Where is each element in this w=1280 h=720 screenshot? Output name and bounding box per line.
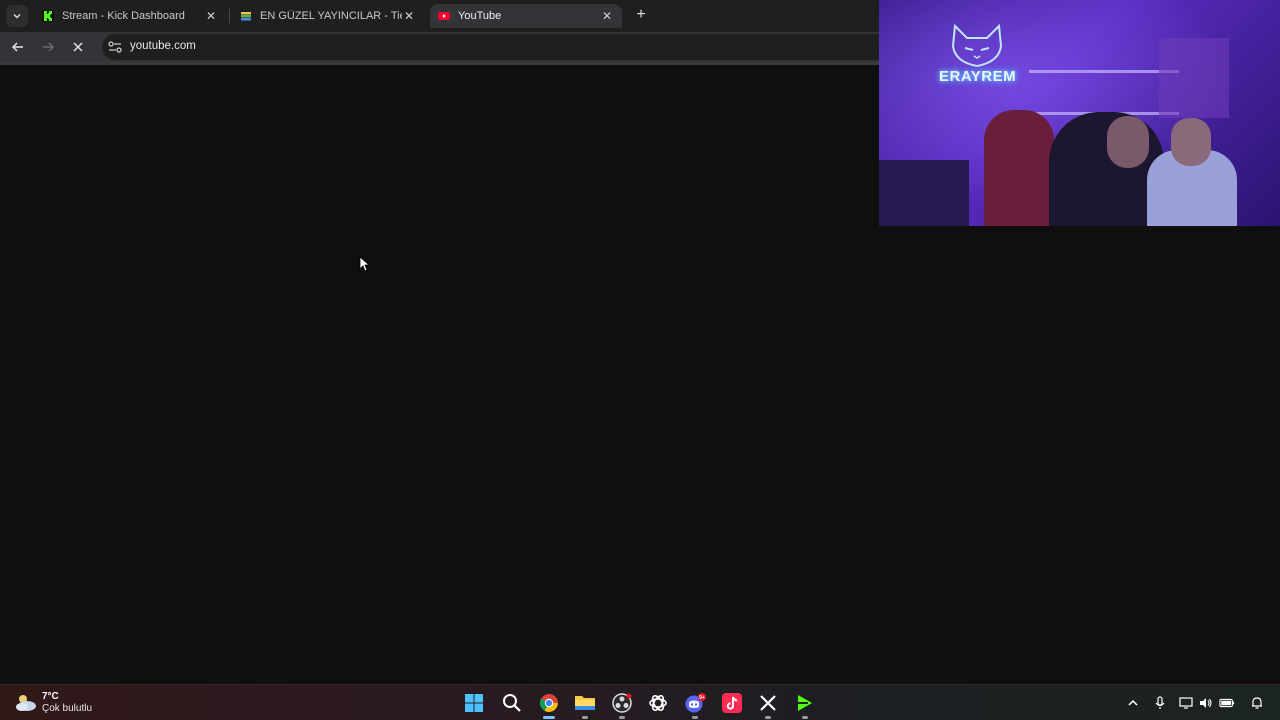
url-text: youtube.com	[130, 40, 196, 52]
streamer-head	[1107, 116, 1149, 168]
taskbar-x[interactable]	[756, 691, 780, 719]
neon-cat-logo-icon	[951, 23, 1003, 68]
network-display-button[interactable]	[1178, 695, 1194, 711]
taskbar-chatgpt[interactable]	[646, 691, 670, 715]
tab-youtube[interactable]: YouTube ✕	[430, 4, 622, 28]
notification-bell-icon	[1252, 697, 1262, 709]
taskbar: 7°C Çok bulutlu 9+	[0, 684, 1280, 720]
youtube-icon	[438, 10, 450, 22]
x-icon	[760, 695, 776, 711]
site-settings-icon[interactable]	[108, 41, 122, 53]
arrow-right-icon	[43, 42, 55, 52]
weather-widget[interactable]: 7°C Çok bulutlu	[14, 689, 92, 717]
forward-button[interactable]	[38, 37, 58, 57]
battery-icon	[1219, 698, 1235, 708]
bookshelf	[1159, 38, 1229, 118]
discord-icon: 9+	[685, 693, 706, 713]
table	[879, 160, 969, 226]
show-hidden-icons-button[interactable]	[1125, 695, 1141, 711]
tab-strip: Stream - Kick Dashboard ✕ EN GÜZEL YAYIN…	[0, 0, 880, 32]
weather-condition: Çok bulutlu	[42, 703, 93, 714]
microphone-button[interactable]	[1152, 695, 1168, 711]
arrow-left-icon	[11, 42, 23, 52]
mouse-cursor-icon	[359, 256, 369, 272]
running-indicator	[692, 716, 698, 719]
cloudy-night-icon	[16, 695, 36, 711]
address-bar[interactable]: youtube.com	[102, 34, 892, 60]
close-tab-icon[interactable]: ✕	[204, 9, 218, 23]
chrome-icon	[539, 694, 558, 712]
webcam-overlay: ERAYREM	[879, 0, 1280, 226]
new-tab-button[interactable]: +	[632, 6, 650, 24]
tab-title: Stream - Kick Dashboard	[62, 10, 185, 22]
tab-divider	[229, 9, 230, 23]
stop-loading-button[interactable]	[68, 37, 88, 57]
running-indicator	[765, 716, 771, 719]
file-explorer-icon	[575, 696, 595, 710]
kick-icon	[42, 10, 54, 22]
guest-head	[1171, 118, 1211, 166]
taskbar-discord[interactable]: 9+	[683, 691, 707, 719]
display-icon	[1179, 697, 1193, 709]
running-indicator	[582, 716, 588, 719]
kick-studio-icon	[798, 695, 812, 711]
start-icon	[465, 694, 483, 712]
running-indicator	[619, 716, 625, 719]
volume-button[interactable]	[1198, 695, 1214, 711]
running-indicator	[543, 716, 555, 719]
tiktok-icon	[722, 693, 742, 713]
search-icon	[503, 694, 521, 712]
tab-tier-list[interactable]: EN GÜZEL YAYINCILAR - Tier Lis ✕	[232, 4, 424, 28]
weather-temperature: 7°C	[42, 691, 59, 702]
running-indicator	[802, 716, 808, 719]
close-icon	[73, 42, 83, 52]
tab-kick-dashboard[interactable]: Stream - Kick Dashboard ✕	[34, 4, 226, 28]
close-tab-icon[interactable]: ✕	[600, 9, 614, 23]
chevron-up-icon	[1128, 699, 1138, 706]
neon-logo-text: ERAYREM	[939, 68, 1017, 85]
gaming-chair	[984, 110, 1054, 226]
notifications-button[interactable]	[1249, 695, 1265, 711]
start-button[interactable]	[462, 691, 486, 715]
taskbar-tiktok[interactable]	[720, 691, 744, 715]
tab-search-button[interactable]	[6, 5, 28, 27]
volume-icon	[1200, 698, 1212, 708]
microphone-icon	[1155, 696, 1165, 709]
browser-toolbar: youtube.com	[0, 32, 892, 62]
desktop-screen: Stream - Kick Dashboard ✕ EN GÜZEL YAYIN…	[0, 0, 1280, 720]
shelf	[1029, 70, 1179, 73]
chevron-down-icon	[13, 14, 21, 19]
discord-badge-count: 9+	[699, 695, 705, 701]
tab-title: EN GÜZEL YAYINCILAR - Tier Lis	[260, 10, 402, 22]
chatgpt-icon	[649, 694, 667, 712]
taskbar-search-button[interactable]	[500, 691, 524, 715]
tab-title: YouTube	[458, 10, 502, 22]
toolbar-divider	[0, 62, 880, 65]
taskbar-chrome[interactable]	[537, 691, 561, 719]
taskbar-file-explorer[interactable]	[573, 691, 597, 719]
obs-icon	[612, 693, 632, 713]
back-button[interactable]	[8, 37, 28, 57]
close-tab-icon[interactable]: ✕	[402, 9, 416, 23]
battery-button[interactable]	[1219, 695, 1235, 711]
taskbar-kick-studio[interactable]	[793, 691, 817, 719]
taskbar-obs[interactable]	[610, 691, 634, 719]
tierlist-icon	[240, 10, 252, 22]
